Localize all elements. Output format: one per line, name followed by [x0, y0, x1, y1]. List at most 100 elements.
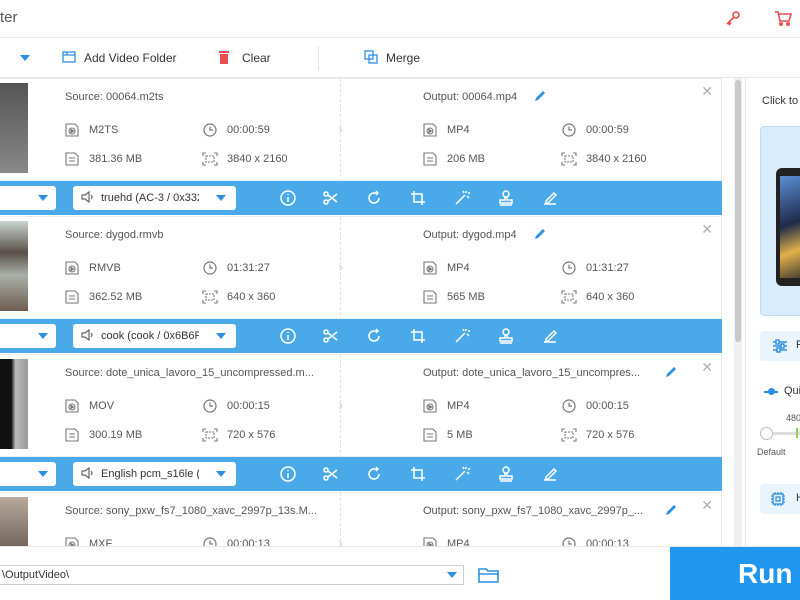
remove-item-close-icon[interactable]: ✕: [701, 83, 713, 100]
right-panel: Click to F Qui 4800 Default H: [745, 78, 800, 546]
folder-add-icon: [62, 50, 76, 67]
out-resolution: 3840 x 2160: [586, 153, 647, 165]
merge-button[interactable]: Merge: [364, 48, 420, 68]
resolution-icon: [561, 290, 577, 304]
duration-icon: [561, 123, 577, 137]
subtitle-edit-icon[interactable]: [540, 188, 560, 208]
video-item: Source: sony_pxw_fs7_1080_xavc_2997p_13s…: [0, 492, 722, 546]
video-item-card: Source: dygod.rmvb Output: dygod.mp4 ✕ › RMV…: [0, 216, 722, 320]
scrollbar-thumb[interactable]: [735, 80, 741, 342]
format-icon: [422, 123, 438, 137]
add-files-dropdown[interactable]: [20, 48, 30, 68]
out-format: MP4: [447, 400, 470, 412]
open-folder-button[interactable]: [478, 566, 500, 584]
scissors-icon[interactable]: [320, 326, 340, 346]
parameter-settings-button[interactable]: F: [760, 331, 800, 361]
out-resolution: 640 x 360: [586, 291, 635, 303]
video-thumbnail[interactable]: [0, 83, 28, 173]
crop-icon[interactable]: [408, 188, 428, 208]
rotate-icon[interactable]: [364, 464, 384, 484]
src-format: M2TS: [89, 124, 119, 136]
src-duration: 00:00:13: [227, 538, 270, 546]
remove-item-close-icon[interactable]: ✕: [701, 221, 713, 238]
item-action-bar: cook (cook / 0x6B6F: [0, 319, 722, 353]
audio-track-label: truehd (AC-3 / 0x332: [101, 192, 199, 204]
rotate-icon[interactable]: [364, 326, 384, 346]
rename-pencil-icon[interactable]: [533, 227, 547, 241]
chevron-down-icon: [216, 333, 226, 339]
convert-arrow-icon: ›: [338, 259, 344, 276]
hardware-acceleration-button[interactable]: H: [760, 484, 800, 514]
rename-pencil-icon[interactable]: [664, 503, 678, 517]
duration-icon: [202, 123, 218, 137]
item-action-bar: English pcm_s16le (: [0, 457, 722, 491]
info-icon[interactable]: [278, 464, 298, 484]
scissors-icon[interactable]: [320, 464, 340, 484]
src-duration: 00:00:59: [227, 124, 270, 136]
clear-button[interactable]: Clear: [218, 48, 271, 68]
out-duration: 01:31:27: [586, 262, 629, 274]
duration-icon: [202, 537, 218, 546]
out-duration: 00:00:13: [586, 538, 629, 546]
quality-default-label: Default: [757, 447, 786, 457]
info-icon[interactable]: [278, 326, 298, 346]
audio-track-select[interactable]: truehd (AC-3 / 0x332: [73, 186, 236, 210]
cart-icon[interactable]: [772, 7, 794, 29]
crop-icon[interactable]: [408, 326, 428, 346]
src-format: MOV: [89, 400, 115, 412]
file-size-icon: [64, 428, 80, 442]
effects-wand-icon[interactable]: [452, 464, 472, 484]
rotate-icon[interactable]: [364, 188, 384, 208]
audio-track-label: English pcm_s16le (: [101, 468, 199, 480]
info-icon[interactable]: [278, 188, 298, 208]
effects-wand-icon[interactable]: [452, 326, 472, 346]
merge-label: Merge: [386, 51, 421, 65]
format-icon: [422, 537, 438, 546]
effects-wand-icon[interactable]: [452, 188, 472, 208]
watermark-stamp-icon[interactable]: [496, 326, 516, 346]
key-icon[interactable]: [722, 7, 744, 29]
chevron-down-icon: [216, 195, 226, 201]
remove-item-close-icon[interactable]: ✕: [701, 497, 713, 514]
subtitle-edit-icon[interactable]: [540, 464, 560, 484]
run-button[interactable]: Run: [670, 547, 800, 600]
add-video-folder-label: Add Video Folder: [84, 51, 177, 65]
src-resolution: 3840 x 2160: [227, 153, 288, 165]
remove-item-close-icon[interactable]: ✕: [701, 359, 713, 376]
out-size: 5 MB: [447, 429, 473, 441]
output-folder-select[interactable]: \OutputVideo\: [0, 565, 464, 585]
subtitle-select[interactable]: [0, 324, 56, 348]
phone-screen: [780, 176, 800, 278]
subtitle-select[interactable]: [0, 462, 56, 486]
output-name: Output: dygod.mp4: [423, 229, 517, 241]
crop-icon[interactable]: [408, 464, 428, 484]
out-resolution: 720 x 576: [586, 429, 635, 441]
list-scrollbar[interactable]: [734, 78, 742, 546]
audio-track-select[interactable]: cook (cook / 0x6B6F: [73, 324, 236, 348]
watermark-stamp-icon[interactable]: [496, 188, 516, 208]
item-action-bar: truehd (AC-3 / 0x332: [0, 181, 722, 215]
video-thumbnail[interactable]: [0, 359, 28, 449]
video-item-card: Source: 00064.m2ts Output: 00064.mp4 ✕ › M2T…: [0, 78, 722, 182]
folder-open-icon: [478, 568, 500, 587]
scissors-icon[interactable]: [320, 188, 340, 208]
file-size-icon: [64, 152, 80, 166]
subtitle-edit-icon[interactable]: [540, 326, 560, 346]
format-icon: [422, 399, 438, 413]
rename-pencil-icon[interactable]: [664, 365, 678, 379]
video-list: Source: 00064.m2ts Output: 00064.mp4 ✕ › M2T…: [0, 78, 740, 546]
duration-icon: [561, 261, 577, 275]
quality-slider-knob[interactable]: [760, 427, 773, 440]
convert-arrow-icon: ›: [338, 121, 344, 138]
chevron-down-icon: [38, 471, 48, 477]
video-thumbnail[interactable]: [0, 497, 28, 546]
video-thumbnail[interactable]: [0, 221, 28, 311]
clear-label: Clear: [242, 51, 271, 65]
rename-pencil-icon[interactable]: [533, 89, 547, 103]
subtitle-select[interactable]: [0, 186, 56, 210]
watermark-stamp-icon[interactable]: [496, 464, 516, 484]
trash-icon: [218, 50, 230, 67]
add-video-folder-button[interactable]: Add Video Folder: [62, 48, 177, 68]
resolution-icon: [202, 290, 218, 304]
audio-track-select[interactable]: English pcm_s16le (: [73, 462, 236, 486]
